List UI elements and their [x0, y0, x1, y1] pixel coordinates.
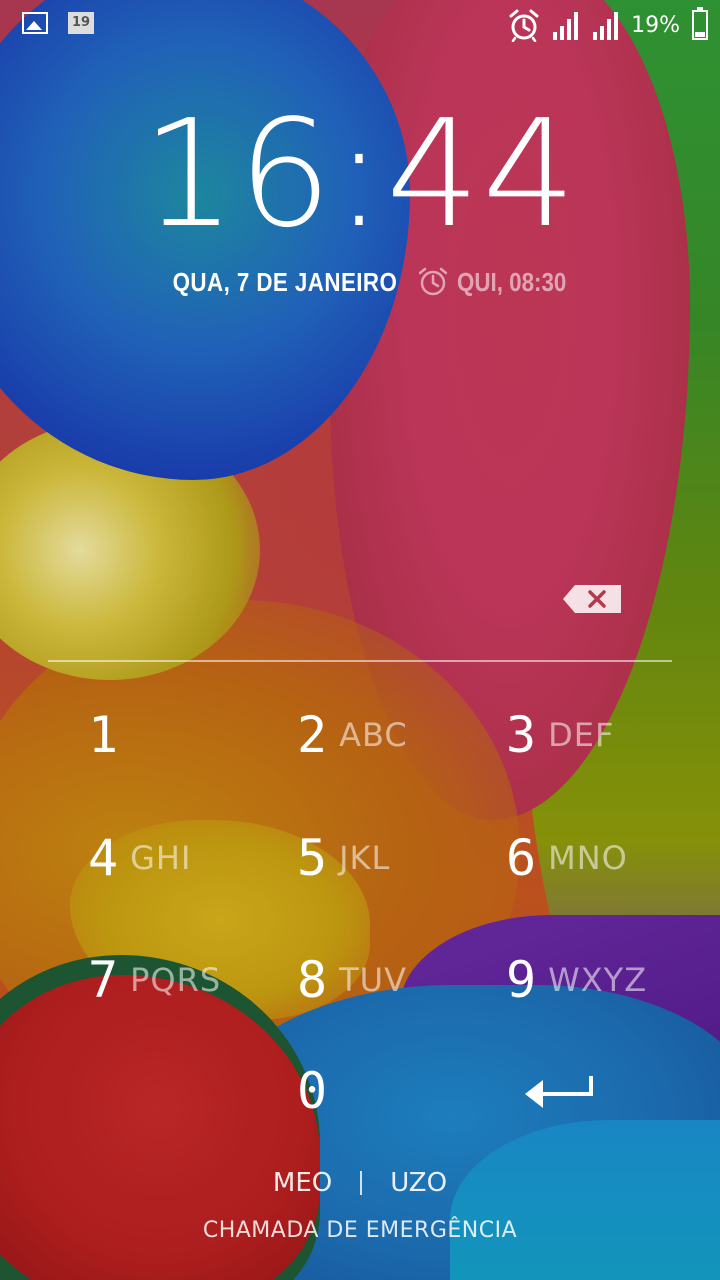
key-4[interactable]: 4 GHI	[88, 813, 288, 903]
key-digit: 8	[297, 951, 328, 1009]
key-letters: MNO	[548, 839, 628, 877]
date-row: QUA, 7 DE JANEIRO QUI, 08:30	[0, 266, 720, 298]
key-3[interactable]: 3 DEF	[506, 690, 706, 780]
next-alarm-text: QUI, 08:30	[457, 266, 567, 297]
key-9[interactable]: 9 WXYZ	[506, 935, 706, 1025]
signal-icon	[553, 12, 579, 40]
calendar-icon: 19	[68, 12, 94, 34]
key-digit: 3	[506, 706, 537, 764]
status-bar[interactable]: 19 19%	[0, 0, 720, 50]
key-digit: 9	[506, 951, 537, 1009]
key-digit: 5	[297, 829, 328, 887]
key-digit: 6	[506, 829, 537, 887]
carrier-1: MEO	[272, 1168, 333, 1198]
key-6[interactable]: 6 MNO	[506, 813, 706, 903]
backspace-icon[interactable]	[563, 585, 621, 613]
key-7[interactable]: 7 PQRS	[88, 935, 288, 1025]
lockscreen-clock: 16:44	[141, 88, 579, 260]
key-digit: 2	[297, 706, 328, 764]
key-letters: DEF	[548, 716, 615, 754]
enter-arrow-icon[interactable]	[523, 1072, 595, 1110]
alarm-icon	[509, 9, 539, 42]
next-alarm: QUI, 08:30	[417, 266, 584, 298]
key-letters: GHI	[130, 839, 192, 877]
carrier-separator	[360, 1171, 363, 1195]
key-2[interactable]: 2 ABC	[297, 690, 497, 780]
pin-divider	[48, 660, 672, 662]
key-letters: TUV	[339, 961, 407, 999]
key-letters: ABC	[339, 716, 408, 754]
battery-icon	[692, 7, 708, 40]
gallery-icon	[22, 12, 48, 34]
emergency-call-button[interactable]: CHAMADA DE EMERGÊNCIA	[0, 1218, 720, 1243]
key-digit: 7	[88, 951, 119, 1009]
key-digit: 0	[297, 1062, 328, 1120]
battery-percent: 19%	[631, 12, 680, 38]
carrier-2: UZO	[390, 1168, 448, 1198]
key-0[interactable]: 0	[297, 1046, 497, 1136]
key-digit: 4	[88, 829, 119, 887]
key-letters: JKL	[339, 839, 391, 877]
signal-icon	[593, 12, 619, 40]
alarm-clock-icon	[418, 267, 448, 296]
key-8[interactable]: 8 TUV	[297, 935, 497, 1025]
key-letters: WXYZ	[548, 961, 648, 999]
date-text: QUA, 7 DE JANEIRO	[172, 266, 398, 297]
key-digit: 1	[88, 706, 119, 764]
carrier-labels: MEO UZO	[0, 1168, 720, 1198]
key-1[interactable]: 1	[88, 690, 288, 780]
key-letters: PQRS	[130, 961, 222, 999]
key-5[interactable]: 5 JKL	[297, 813, 497, 903]
